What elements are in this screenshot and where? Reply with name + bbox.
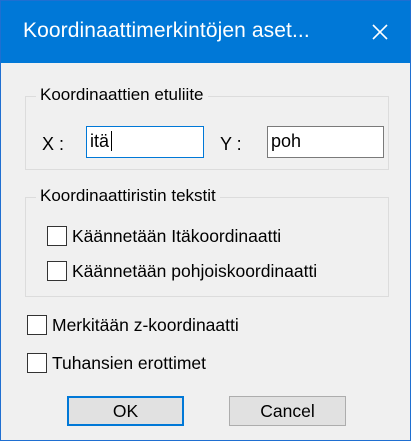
rotate-east-label: Käännetään Itäkoordinaatti	[72, 225, 282, 246]
y-label: Y :	[220, 134, 242, 154]
close-icon[interactable]	[363, 15, 397, 49]
prefix-group-title: Koordinaattien etuliite	[36, 85, 208, 105]
dialog-title: Koordinaattimerkintöjen aset...	[23, 19, 310, 42]
mark-z-label: Merkitään z-koordinaatti	[52, 314, 239, 335]
mark-z-checkbox[interactable]: Merkitään z-koordinaatti	[27, 313, 239, 337]
thousands-separator-label: Tuhansien erottimet	[52, 352, 207, 373]
checkbox-box[interactable]	[47, 261, 67, 281]
y-prefix-value: poh	[271, 131, 302, 151]
x-prefix-input[interactable]: itä	[86, 126, 204, 158]
thousands-separator-checkbox[interactable]: Tuhansien erottimet	[27, 351, 206, 375]
checkbox-box[interactable]	[47, 226, 67, 246]
ok-button[interactable]: OK	[67, 396, 184, 426]
title-bar[interactable]: Koordinaattimerkintöjen aset...	[1, 1, 410, 63]
text-caret	[111, 131, 113, 151]
cancel-button[interactable]: Cancel	[229, 396, 346, 426]
grid-text-group-title: Koordinaattiristin tekstit	[36, 186, 220, 206]
checkbox-box[interactable]	[27, 315, 47, 335]
rotate-east-checkbox[interactable]: Käännetään Itäkoordinaatti	[47, 224, 281, 248]
dialog-window: Koordinaattimerkintöjen aset... Koordina…	[0, 0, 411, 441]
y-prefix-input[interactable]: poh	[267, 126, 384, 158]
checkbox-box[interactable]	[27, 353, 47, 373]
x-prefix-value: itä	[90, 131, 110, 151]
rotate-north-label: Käännetään pohjoiskoordinaatti	[72, 260, 318, 281]
rotate-north-checkbox[interactable]: Käännetään pohjoiskoordinaatti	[47, 259, 317, 283]
x-label: X :	[42, 134, 65, 154]
